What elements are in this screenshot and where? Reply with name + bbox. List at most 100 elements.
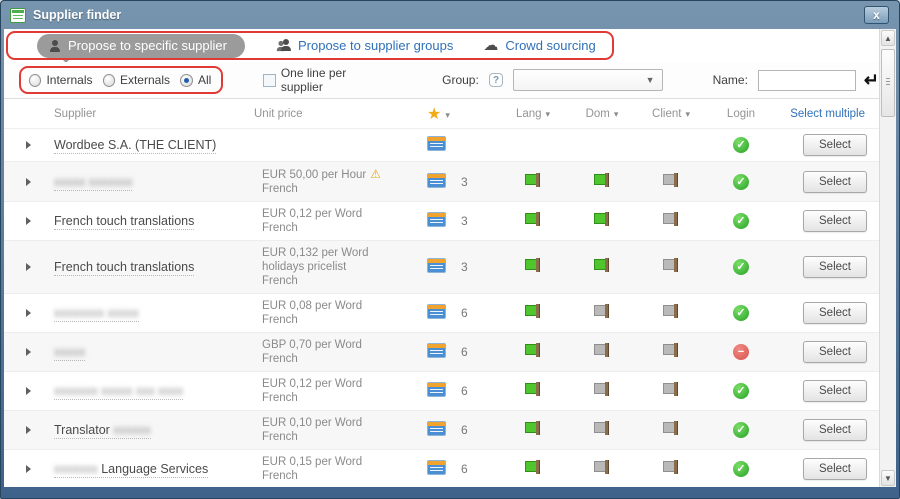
help-icon[interactable]: ? bbox=[489, 73, 503, 87]
select-button[interactable]: Select bbox=[803, 134, 867, 156]
select-button[interactable]: Select bbox=[803, 458, 867, 480]
scroll-up-icon[interactable]: ▲ bbox=[881, 30, 895, 46]
login-status-icon: ✓ bbox=[733, 461, 749, 477]
supplier-name[interactable]: French touch translations bbox=[42, 260, 254, 274]
tab-crowd-sourcing[interactable]: ☁ Crowd sourcing bbox=[483, 38, 595, 53]
client-flag-icon[interactable] bbox=[663, 173, 680, 188]
lang-flag-icon[interactable] bbox=[525, 343, 542, 358]
lang-flag-icon[interactable] bbox=[525, 212, 542, 227]
titlebar[interactable]: Supplier finder bbox=[4, 1, 896, 29]
scrollbar-thumb[interactable] bbox=[881, 49, 895, 117]
note-icon[interactable] bbox=[427, 421, 446, 436]
col-header-login: Login bbox=[706, 108, 776, 120]
expand-arrow-icon[interactable] bbox=[26, 217, 31, 225]
cloud-icon: ☁ bbox=[483, 39, 498, 52]
select-button[interactable]: Select bbox=[803, 419, 867, 441]
supplier-name[interactable]: Wordbee S.A. (THE CLIENT) bbox=[42, 138, 254, 152]
select-multiple-link[interactable]: Select multiple bbox=[776, 108, 879, 120]
col-header-lang[interactable]: Lang▾ bbox=[498, 108, 568, 120]
group-label: Group: bbox=[442, 73, 479, 87]
rating-count: 3 bbox=[453, 214, 498, 228]
radio-label-externals: Externals bbox=[120, 73, 170, 87]
note-icon[interactable] bbox=[427, 136, 446, 151]
note-icon[interactable] bbox=[427, 304, 446, 319]
supplier-finder-dialog: Supplier finder x Propose to specific su… bbox=[0, 0, 900, 499]
login-status-icon: ✓ bbox=[733, 383, 749, 399]
client-flag-icon[interactable] bbox=[663, 343, 680, 358]
lang-flag-icon[interactable] bbox=[525, 382, 542, 397]
expand-arrow-icon[interactable] bbox=[26, 387, 31, 395]
lang-flag-icon[interactable] bbox=[525, 304, 542, 319]
expand-arrow-icon[interactable] bbox=[26, 465, 31, 473]
login-status-icon: ✓ bbox=[733, 422, 749, 438]
lang-flag-icon[interactable] bbox=[525, 258, 542, 273]
supplier-table: Wordbee S.A. (THE CLIENT) ✓ Select xxxxx… bbox=[4, 129, 879, 487]
lang-flag-icon[interactable] bbox=[525, 173, 542, 188]
client-flag-icon[interactable] bbox=[663, 304, 680, 319]
scroll-down-icon[interactable]: ▼ bbox=[881, 470, 895, 486]
group-dropdown[interactable]: ▼ bbox=[513, 69, 662, 91]
rating-count: 6 bbox=[453, 462, 498, 476]
radio-all[interactable] bbox=[180, 74, 193, 87]
select-button[interactable]: Select bbox=[803, 302, 867, 324]
note-icon[interactable] bbox=[427, 258, 446, 273]
expand-arrow-icon[interactable] bbox=[26, 309, 31, 317]
one-line-checkbox[interactable] bbox=[263, 74, 275, 87]
warning-icon: ⚠ bbox=[370, 167, 381, 181]
supplier-name[interactable]: xxxxxxxx xxxxx bbox=[42, 306, 254, 320]
supplier-name[interactable]: Translator xxxxxx bbox=[42, 423, 254, 437]
lang-flag-icon[interactable] bbox=[525, 460, 542, 475]
supplier-name[interactable]: xxxxxxx xxxxx xxx xxxx bbox=[42, 384, 254, 398]
return-icon[interactable]: ↵ bbox=[864, 71, 879, 89]
col-header-dom[interactable]: Dom▾ bbox=[568, 108, 636, 120]
select-button[interactable]: Select bbox=[803, 210, 867, 232]
radio-internals[interactable] bbox=[29, 74, 41, 87]
supplier-name[interactable]: xxxxx xxxxxxx bbox=[42, 175, 254, 189]
dom-flag-icon[interactable] bbox=[594, 343, 611, 358]
client-flag-icon[interactable] bbox=[663, 460, 680, 475]
tab-propose-supplier-groups[interactable]: Propose to supplier groups bbox=[275, 38, 453, 53]
select-button[interactable]: Select bbox=[803, 341, 867, 363]
close-icon[interactable]: x bbox=[864, 6, 889, 24]
col-header-unit-price[interactable]: Unit price bbox=[254, 108, 421, 120]
dom-flag-icon[interactable] bbox=[594, 421, 611, 436]
note-icon[interactable] bbox=[427, 382, 446, 397]
col-header-client[interactable]: Client▾ bbox=[636, 108, 706, 120]
supplier-name[interactable]: xxxxx bbox=[42, 345, 254, 359]
tab-label: Propose to specific supplier bbox=[68, 38, 227, 53]
supplier-name[interactable]: French touch translations bbox=[42, 214, 254, 228]
dom-flag-icon[interactable] bbox=[594, 382, 611, 397]
rating-count: 6 bbox=[453, 423, 498, 437]
lang-flag-icon[interactable] bbox=[525, 421, 542, 436]
note-icon[interactable] bbox=[427, 460, 446, 475]
col-header-supplier[interactable]: Supplier bbox=[42, 108, 254, 120]
select-button[interactable]: Select bbox=[803, 256, 867, 278]
chevron-down-icon: ▼ bbox=[646, 75, 655, 85]
expand-arrow-icon[interactable] bbox=[26, 348, 31, 356]
vertical-scrollbar[interactable]: ▲ ▼ bbox=[879, 29, 896, 487]
note-icon[interactable] bbox=[427, 343, 446, 358]
dom-flag-icon[interactable] bbox=[594, 460, 611, 475]
col-header-rating[interactable]: ★▾ bbox=[421, 104, 498, 124]
tab-propose-specific-supplier[interactable]: Propose to specific supplier bbox=[37, 34, 245, 58]
client-flag-icon[interactable] bbox=[663, 258, 680, 273]
expand-arrow-icon[interactable] bbox=[26, 178, 31, 186]
supplier-name[interactable]: xxxxxxx Language Services bbox=[42, 462, 254, 476]
expand-arrow-icon[interactable] bbox=[26, 263, 31, 271]
select-button[interactable]: Select bbox=[803, 171, 867, 193]
dom-flag-icon[interactable] bbox=[594, 304, 611, 319]
unit-price: GBP 0,70 per WordFrench bbox=[254, 333, 421, 371]
name-input[interactable] bbox=[758, 70, 856, 91]
note-icon[interactable] bbox=[427, 212, 446, 227]
radio-externals[interactable] bbox=[103, 74, 115, 87]
note-icon[interactable] bbox=[427, 173, 446, 188]
dom-flag-icon[interactable] bbox=[594, 173, 611, 188]
expand-arrow-icon[interactable] bbox=[26, 141, 31, 149]
client-flag-icon[interactable] bbox=[663, 212, 680, 227]
select-button[interactable]: Select bbox=[803, 380, 867, 402]
expand-arrow-icon[interactable] bbox=[26, 426, 31, 434]
dom-flag-icon[interactable] bbox=[594, 212, 611, 227]
dom-flag-icon[interactable] bbox=[594, 258, 611, 273]
client-flag-icon[interactable] bbox=[663, 421, 680, 436]
client-flag-icon[interactable] bbox=[663, 382, 680, 397]
